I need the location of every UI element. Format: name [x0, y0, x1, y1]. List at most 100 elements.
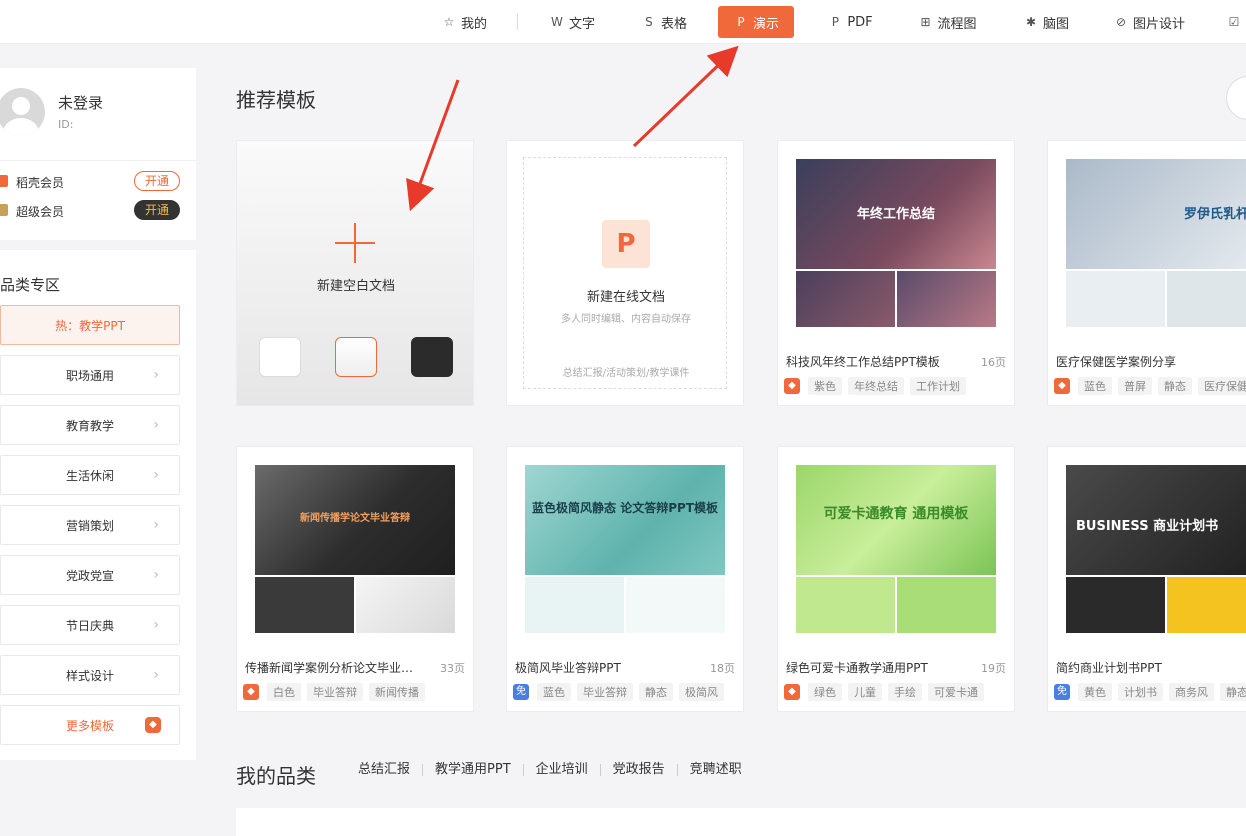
avatar[interactable] [0, 88, 45, 136]
membership-docer: 稻壳会员 开通 [0, 171, 196, 193]
template-tags: ◆ 绿色 儿童 手绘 可爱卡通 [784, 683, 990, 701]
open-super-member-button[interactable]: 开通 [134, 200, 180, 220]
more-templates-button[interactable]: 更多模板 ◆ [0, 705, 180, 745]
my-categories-panel [236, 808, 1246, 836]
image-design-icon: ⊘ [1115, 15, 1127, 29]
nav-tab-image-design[interactable]: ⊘ 图片设计 [1110, 6, 1188, 38]
gradient-theme-swatch[interactable] [335, 337, 377, 377]
template-pages: 19页 [981, 662, 1006, 675]
docer-member-icon [0, 175, 8, 187]
category-item[interactable]: 教育教学 › [0, 405, 180, 445]
online-doc-title: 新建在线文档 [586, 290, 665, 305]
nav-tab-text[interactable]: W 文字 [544, 6, 600, 38]
flowchart-icon: ⊞ [920, 15, 931, 29]
nav-tab-flowchart[interactable]: ⊞ 流程图 [914, 6, 980, 38]
category-link[interactable]: 总结汇报 [358, 763, 422, 776]
chevron-right-icon: › [153, 367, 159, 383]
template-thumbnail: 蓝色极简风静态 论文答辩PPT模板 [525, 465, 725, 633]
open-docer-member-button[interactable]: 开通 [134, 171, 180, 191]
top-nav: ☆ 我的 W 文字 S 表格 P 演示 P PDF ⊞ 流程图 ✱ 脑图 ⊘ 图片设计 ☑ [0, 0, 1246, 44]
template-card[interactable]: 新闻传播学论文毕业答辩 传播新闻学案例分析论文毕业答辩 33页 ◆ 白色 毕业答… [236, 446, 474, 712]
online-doc-dashed-area: P 新建在线文档 多人同时编辑、内容自动保存 总结汇报/活动策划/教学课件 [523, 157, 727, 389]
template-name[interactable]: 简约商业计划书PPT [1056, 659, 1234, 676]
template-tags: 免 黄色 计划书 商务风 静态 [1054, 683, 1246, 701]
template-tags: 免 蓝色 毕业答辩 静态 极简风 [513, 683, 730, 701]
new-blank-doc-card[interactable]: 新建空白文档 [236, 140, 474, 406]
category-item[interactable]: 营销策划 › [0, 505, 180, 545]
pdf-icon: P [831, 15, 839, 29]
category-item[interactable]: 生活休闲 › [0, 455, 180, 495]
presentation-p-icon: P [602, 220, 650, 268]
category-item[interactable]: 节日庆典 › [0, 605, 180, 645]
category-link[interactable]: 教学通用PPT [422, 763, 523, 776]
chevron-right-icon: › [153, 517, 159, 533]
chevron-right-icon: › [153, 667, 159, 683]
chevron-right-icon: › [153, 467, 159, 483]
my-categories-links: 总结汇报 教学通用PPT 企业培训 党政报告 竞聘述职 [358, 763, 754, 776]
category-link[interactable]: 竞聘述职 [676, 763, 754, 776]
membership-super: 超级会员 开通 [0, 200, 196, 222]
category-item[interactable]: 样式设计 › [0, 655, 180, 695]
nav-tab-more[interactable]: ☑ [1226, 6, 1246, 38]
new-online-doc-card[interactable]: P 新建在线文档 多人同时编辑、内容自动保存 总结汇报/活动策划/教学课件 [506, 140, 744, 406]
plus-icon [335, 223, 375, 263]
free-badge: 免 [513, 684, 529, 700]
online-doc-subtitle: 多人同时编辑、内容自动保存 [561, 314, 691, 325]
nav-tab-sheet[interactable]: S 表格 [636, 6, 692, 38]
chevron-right-icon: › [153, 617, 159, 633]
template-pages: 16页 [981, 356, 1006, 369]
category-panel: 品类专区 热：教学PPT 职场通用 › 教育教学 › 生活休闲 › 营销策划 › 党政党… [0, 250, 196, 760]
more-templates-icon: ◆ [145, 717, 161, 733]
star-icon: ☆ [443, 15, 455, 29]
category-item-hot[interactable]: 热：教学PPT [0, 305, 180, 345]
w-icon: W [551, 15, 563, 29]
my-categories-title: 我的品类 [236, 764, 316, 788]
nav-tab-presentation[interactable]: P 演示 [718, 6, 794, 38]
user-id: ID: [58, 118, 74, 131]
category-link[interactable]: 党政报告 [599, 763, 677, 776]
template-thumbnail: 新闻传播学论文毕业答辩 [255, 465, 455, 633]
template-pages: 18页 [710, 662, 735, 675]
template-name[interactable]: 科技风年终工作总结PPT模板 [786, 353, 964, 370]
template-card[interactable]: 可爱卡通教育 通用模板 绿色可爱卡通教学通用PPT 19页 ◆ 绿色 儿童 手绘… [777, 446, 1015, 712]
user-name[interactable]: 未登录 [58, 92, 103, 113]
new-blank-doc-label: 新建空白文档 [316, 279, 395, 294]
recommended-title: 推荐模板 [236, 88, 316, 112]
annotation-arrow [632, 45, 739, 148]
p-icon: P [737, 15, 745, 29]
divider [0, 160, 196, 161]
template-name[interactable]: 传播新闻学案例分析论文毕业答辩 [245, 659, 423, 676]
nav-tab-mindmap[interactable]: ✱ 脑图 [1018, 6, 1074, 38]
category-item[interactable]: 党政党宣 › [0, 555, 180, 595]
template-thumbnail: BUSINESS 商业计划书 [1066, 465, 1246, 633]
template-card[interactable]: 罗伊氏乳杆菌 医疗保健医学案例分享 ◆ 蓝色 普屏 静态 医疗保健 [1047, 140, 1246, 406]
template-thumbnail: 罗伊氏乳杆菌 [1066, 159, 1246, 327]
template-card[interactable]: 年终工作总结 科技风年终工作总结PPT模板 16页 ◆ 紫色 年终总结 工作计划 [777, 140, 1015, 406]
refresh-button[interactable] [1226, 76, 1246, 120]
nav-divider [517, 14, 518, 30]
docer-badge-icon: ◆ [784, 684, 800, 700]
online-doc-tags: 总结汇报/活动策划/教学课件 [562, 368, 690, 379]
template-card[interactable]: BUSINESS 商业计划书 简约商业计划书PPT 免 黄色 计划书 商务风 静… [1047, 446, 1246, 712]
dark-theme-swatch[interactable] [411, 337, 453, 377]
chevron-right-icon: › [153, 567, 159, 583]
template-thumbnail: 年终工作总结 [796, 159, 996, 327]
template-tags: ◆ 白色 毕业答辩 新闻传播 [243, 683, 431, 701]
template-name[interactable]: 极简风毕业答辩PPT [515, 659, 693, 676]
s-icon: S [645, 15, 653, 29]
template-tags: ◆ 紫色 年终总结 工作计划 [784, 377, 972, 395]
template-pages: 33页 [440, 662, 465, 675]
white-theme-swatch[interactable] [259, 337, 301, 377]
category-link[interactable]: 企业培训 [522, 763, 600, 776]
template-name[interactable]: 医疗保健医学案例分享 [1056, 353, 1234, 370]
category-title: 品类专区 [0, 276, 61, 294]
nav-tab-mine[interactable]: ☆ 我的 [436, 6, 492, 38]
nav-tab-pdf[interactable]: P PDF [822, 6, 878, 38]
template-card[interactable]: 蓝色极简风静态 论文答辩PPT模板 极简风毕业答辩PPT 18页 免 蓝色 毕业… [506, 446, 744, 712]
free-badge: 免 [1054, 684, 1070, 700]
docer-badge-icon: ◆ [243, 684, 259, 700]
template-thumbnail: 可爱卡通教育 通用模板 [796, 465, 996, 633]
template-name[interactable]: 绿色可爱卡通教学通用PPT [786, 659, 964, 676]
category-item[interactable]: 职场通用 › [0, 355, 180, 395]
docer-badge-icon: ◆ [784, 378, 800, 394]
